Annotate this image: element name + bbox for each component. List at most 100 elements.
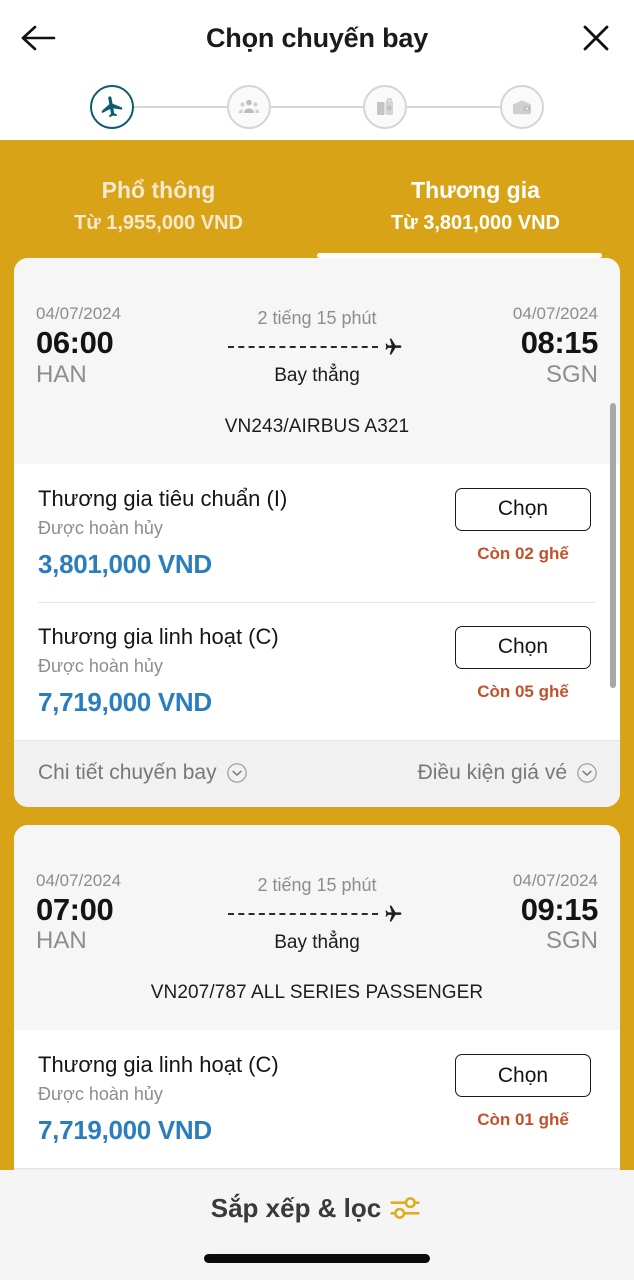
path-plane-icon (380, 904, 406, 924)
fare-action: Chọn Còn 01 ghế (448, 1052, 598, 1130)
fare-row: Thương gia tiêu chuẩn (I) Được hoàn hủy … (14, 464, 620, 602)
step-payment[interactable] (500, 85, 545, 129)
flight-number: VN243/AIRBUS A321 (224, 415, 410, 437)
step-flight[interactable] (90, 85, 134, 129)
select-fare-button[interactable]: Chọn (455, 487, 591, 531)
fare-row: Thương gia linh hoạt (C) Được hoàn hủy 7… (14, 1030, 620, 1168)
departure-time: 06:00 (36, 325, 114, 360)
flight-path (156, 337, 478, 357)
fare-action: Chọn Còn 05 ghế (448, 624, 598, 702)
header-bar: Chọn chuyến bay (0, 0, 634, 76)
flight-card: 04/07/2024 06:00 HAN 2 tiếng 15 phút Bay… (14, 258, 620, 807)
step-connector (270, 106, 364, 108)
departure-airport: HAN (36, 927, 87, 955)
passengers-icon (238, 99, 260, 113)
fare-conditions-toggle[interactable]: Điều kiện giá vé (418, 761, 598, 785)
arrival-date: 04/07/2024 (512, 870, 598, 890)
flight-card-footer: Chi tiết chuyến bay Điều kiện giá vé (14, 739, 620, 807)
tab-economy-label: Phổ thông (101, 177, 216, 203)
step-connector (407, 106, 501, 108)
select-fare-button[interactable]: Chọn (455, 625, 591, 669)
departure-date: 04/07/2024 (36, 870, 122, 890)
baggage-icon (377, 98, 394, 115)
fare-info: Thương gia linh hoạt (C) Được hoàn hủy 7… (38, 1052, 448, 1146)
fare-conditions-label: Điều kiện giá vé (417, 760, 567, 784)
departure-block: 04/07/2024 07:00 HAN (36, 871, 156, 957)
fare-note: Được hoàn hủy (38, 517, 163, 538)
app-header: Chọn chuyến bay (0, 0, 634, 140)
arrival-block: 04/07/2024 09:15 SGN (478, 871, 598, 957)
card-scrollbar-thumb[interactable] (610, 403, 616, 688)
departure-time: 07:00 (36, 891, 114, 927)
close-button[interactable] (572, 14, 620, 62)
flight-number: VN207/787 ALL SERIES PASSENGER (150, 982, 484, 1004)
arrival-time: 09:15 (520, 891, 599, 927)
flight-details-label: Chi tiết chuyến bay (38, 760, 217, 784)
flight-stops: Bay thẳng (274, 365, 360, 386)
fare-name: Thương gia linh hoạt (C) (38, 1052, 279, 1078)
booking-stepper (0, 76, 634, 138)
tab-economy[interactable]: Phổ thông Từ 1,955,000 VND (0, 140, 317, 258)
departure-date: 04/07/2024 (36, 304, 122, 323)
fare-options: Thương gia linh hoạt (C) Được hoàn hủy 7… (14, 1030, 620, 1169)
tab-business-price: Từ 3,801,000 VND (390, 212, 560, 234)
airplane-icon (101, 96, 123, 118)
flight-summary: 04/07/2024 07:00 HAN 2 tiếng 15 phút Bay… (14, 824, 620, 1031)
seats-remaining: Còn 05 ghế (477, 681, 569, 701)
fare-name: Thương gia tiêu chuẩn (I) (38, 485, 288, 511)
path-plane-icon (380, 337, 406, 357)
flight-route: 04/07/2024 06:00 HAN 2 tiếng 15 phút Bay… (36, 304, 598, 390)
flight-duration: 2 tiếng 15 phút (257, 874, 377, 895)
back-button[interactable] (14, 14, 62, 62)
step-connector (134, 106, 227, 108)
fare-action: Chọn Còn 02 ghế (448, 486, 598, 564)
path-dashes (228, 912, 378, 915)
fare-info: Thương gia tiêu chuẩn (I) Được hoàn hủy … (38, 486, 448, 580)
wallet-icon (513, 100, 532, 115)
fare-price: 3,801,000 VND (38, 548, 212, 579)
sort-and-filter-label: Sắp xếp & lọc (210, 1192, 382, 1223)
home-indicator (204, 1254, 430, 1263)
flight-route: 04/07/2024 07:00 HAN 2 tiếng 15 phút Bay… (36, 871, 598, 957)
tab-business-label: Thương gia (411, 177, 540, 203)
fare-price: 7,719,000 VND (38, 1115, 212, 1146)
step-baggage[interactable] (363, 85, 408, 129)
cabin-class-tabs: Phổ thông Từ 1,955,000 VND Thương gia Từ… (0, 140, 634, 258)
arrival-date: 04/07/2024 (512, 304, 598, 323)
close-icon (583, 25, 609, 51)
sort-and-filter-button[interactable]: Sắp xếp & lọc (211, 1192, 424, 1224)
arrow-left-icon (21, 25, 56, 51)
fare-info: Thương gia linh hoạt (C) Được hoàn hủy 7… (38, 624, 448, 718)
page-title: Chọn chuyến bay (205, 22, 429, 53)
flight-middle: 2 tiếng 15 phút Bay thẳng (156, 871, 478, 954)
arrival-airport: SGN (545, 927, 598, 955)
flight-stops: Bay thẳng (274, 931, 360, 953)
seats-remaining: Còn 02 ghế (477, 543, 569, 563)
fare-price: 7,719,000 VND (38, 686, 212, 717)
flight-details-toggle[interactable]: Chi tiết chuyến bay (38, 761, 248, 785)
flight-path (156, 904, 478, 924)
arrival-time: 08:15 (520, 325, 599, 360)
chevron-down-icon (226, 762, 247, 783)
bottom-bar: Sắp xếp & lọc (0, 1170, 634, 1280)
flight-summary: 04/07/2024 06:00 HAN 2 tiếng 15 phút Bay… (14, 258, 620, 464)
select-fare-button[interactable]: Chọn (455, 1054, 591, 1098)
fare-options: Thương gia tiêu chuẩn (I) Được hoàn hủy … (14, 463, 620, 740)
tab-economy-price: Từ 1,955,000 VND (73, 212, 243, 234)
arrival-airport: SGN (545, 360, 598, 388)
fare-name: Thương gia linh hoạt (C) (38, 623, 279, 649)
arrival-block: 04/07/2024 08:15 SGN (478, 304, 598, 390)
flight-card: 04/07/2024 07:00 HAN 2 tiếng 15 phút Bay… (14, 824, 620, 1170)
sliders-icon (390, 1197, 420, 1219)
flight-results-list[interactable]: 04/07/2024 06:00 HAN 2 tiếng 15 phút Bay… (0, 258, 634, 1170)
path-dashes (228, 346, 378, 348)
tab-business[interactable]: Thương gia Từ 3,801,000 VND (317, 140, 634, 258)
chevron-down-icon (577, 762, 597, 783)
seats-remaining: Còn 01 ghế (477, 1110, 569, 1130)
step-passengers[interactable] (226, 85, 271, 129)
fare-note: Được hoàn hủy (38, 1084, 163, 1105)
flight-middle: 2 tiếng 15 phút Bay thẳng (156, 304, 478, 387)
departure-airport: HAN (36, 360, 87, 388)
fare-note: Được hoàn hủy (38, 655, 163, 676)
flight-duration: 2 tiếng 15 phút (257, 308, 377, 328)
